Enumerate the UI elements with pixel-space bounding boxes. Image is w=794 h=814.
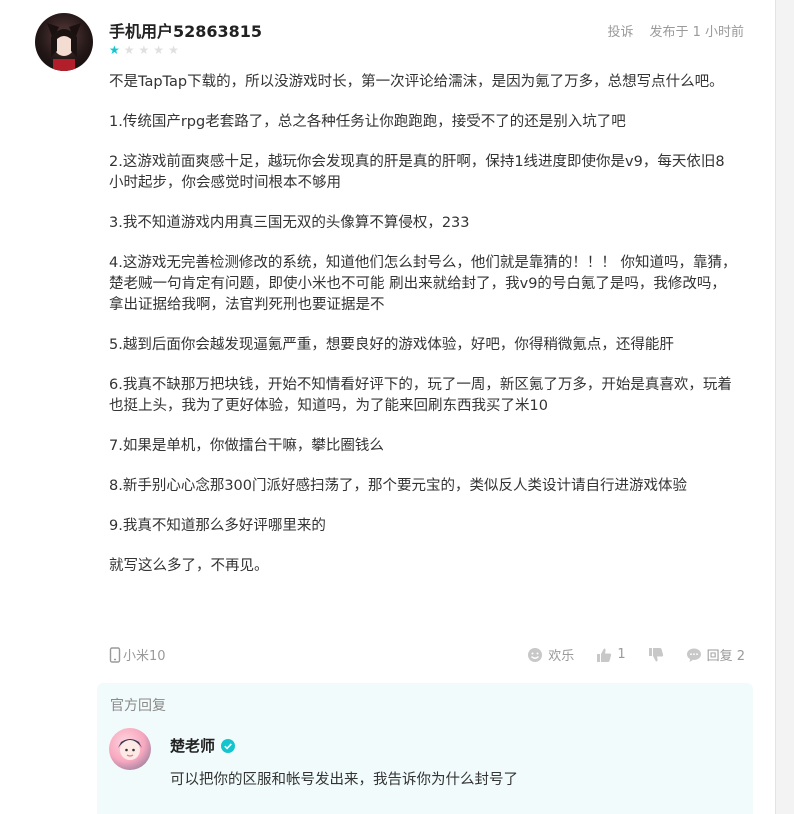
star-icon: ★: [109, 43, 120, 57]
funny-label: 欢乐: [548, 649, 575, 664]
review-paragraph: 4.这游戏无完善检测修改的系统，知道他们怎么封号么，他们就是靠猜的！！！ 你知道…: [109, 255, 737, 313]
review-header-actions: 投诉 发布于 1 小时前: [607, 21, 744, 40]
review-paragraph: 7.如果是单机，你做擂台干嘛，攀比圈钱么: [109, 438, 384, 454]
page-scrollbar[interactable]: [775, 0, 794, 814]
thumbs-up-icon: [597, 648, 612, 662]
official-author-name: 楚老师: [170, 737, 216, 755]
review-paragraph: 6.我真不缺那万把块钱，开始不知情看好评下的，玩了一周，新区氪了万多，开始是真喜…: [109, 377, 732, 414]
post-time: 发布于 1 小时前: [649, 25, 744, 40]
user-avatar[interactable]: [35, 13, 93, 71]
like-count: 1: [617, 647, 626, 662]
verified-badge-icon: [221, 738, 236, 753]
username[interactable]: 手机用户52863815: [109, 18, 262, 42]
report-button[interactable]: 投诉: [607, 21, 633, 40]
device-name: 小米10: [123, 649, 166, 664]
official-avatar-image: [118, 739, 142, 760]
smile-icon: [528, 647, 543, 662]
review-reactions: 欢乐 1 回复 2: [527, 645, 745, 664]
official-reply-heading: 官方回复: [110, 698, 166, 714]
official-avatar[interactable]: [109, 728, 151, 770]
rating-stars: ★ ★ ★ ★ ★: [109, 44, 179, 56]
official-reply-text: 可以把你的区服和帐号发出来，我告诉你为什么封号了: [170, 772, 518, 788]
review-paragraph: 2.这游戏前面爽感十足，越玩你会发现真的肝是真的肝啊，保持1线进度即使你是v9，…: [109, 154, 725, 191]
reply-button[interactable]: 回复 2: [686, 645, 745, 664]
review-paragraph: 3.我不知道游戏内用真三国无双的头像算不算侵权，233: [109, 215, 470, 231]
review-footer: 小米10 欢乐 1 回复 2: [109, 645, 745, 665]
review-paragraph: 不是TapTap下载的，所以没游戏时长，第一次评论给濡沫，是因为氪了万多，总想写…: [109, 74, 724, 90]
official-reply-box: 官方回复 楚老师 可以把你的区服和帐号发出来，我告诉你为什么封号了: [97, 683, 753, 814]
review-paragraph: 5.越到后面你会越发现逼氪严重，想要良好的游戏体验，好吧，你得稍微氪点，还得能肝: [109, 337, 674, 353]
avatar-image: [47, 23, 81, 71]
like-button[interactable]: 1: [596, 647, 626, 663]
star-icon: ★: [153, 43, 165, 57]
reply-label: 回复 2: [706, 649, 745, 664]
review-paragraph: 就写这么多了，不再见。: [109, 558, 269, 574]
funny-button[interactable]: 欢乐: [527, 645, 574, 664]
comment-icon: [686, 648, 701, 662]
dislike-button[interactable]: [648, 647, 664, 663]
device-info: 小米10: [109, 645, 166, 664]
star-icon: ★: [123, 43, 135, 57]
phone-icon: [109, 646, 121, 663]
review-paragraph: 8.新手别心心念那300门派好感扫荡了，那个要元宝的，类似反人类设计请自行进游戏…: [109, 478, 688, 494]
star-icon: ★: [138, 43, 150, 57]
review-paragraph: 1.传统国产rpg老套路了，总之各种任务让你跑跑跑，接受不了的还是别入坑了吧: [109, 114, 626, 130]
thumbs-down-icon: [648, 647, 663, 661]
review-content: 不是TapTap下载的，所以没游戏时长，第一次评论给濡沫，是因为氪了万多，总想写…: [109, 72, 739, 596]
star-icon: ★: [168, 43, 179, 57]
official-author[interactable]: 楚老师: [170, 735, 236, 756]
review-paragraph: 9.我真不知道那么多好评哪里来的: [109, 518, 326, 534]
